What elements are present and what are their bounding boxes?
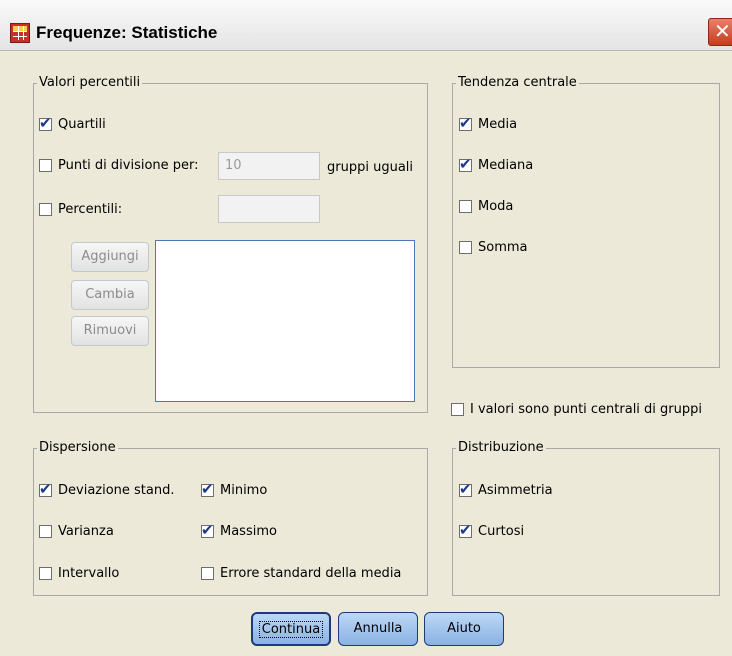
group-midpoints-check-box[interactable] (451, 403, 464, 416)
distribution-group: Distribuzione (452, 440, 720, 596)
cancel-button[interactable]: Annulla (338, 612, 418, 646)
mean-label: Media (478, 117, 518, 132)
kurtosis-checkbox[interactable]: Curtosi (459, 521, 525, 539)
sum-checkbox[interactable]: Somma (459, 240, 528, 255)
percentiles-checkbox[interactable]: Percentili: (39, 202, 122, 217)
se-mean-check-box[interactable] (201, 567, 214, 580)
std-dev-check-box[interactable] (39, 480, 52, 498)
kurtosis-check-box[interactable] (459, 521, 472, 539)
range-check-box[interactable] (39, 567, 52, 580)
variance-check-box[interactable] (39, 525, 52, 538)
mode-label: Moda (478, 199, 514, 214)
title-bar: Frequenze: Statistiche ✕ (0, 0, 732, 51)
se-mean-label: Errore standard della media (220, 566, 402, 581)
median-check-box[interactable] (459, 155, 472, 173)
remove-button[interactable]: Rimuovi (71, 316, 149, 346)
quartiles-checkbox[interactable]: Quartili (39, 114, 106, 132)
help-button[interactable]: Aiuto (424, 612, 504, 646)
maximum-label: Massimo (220, 524, 277, 539)
maximum-check-box[interactable] (201, 521, 214, 539)
group-midpoints-checkbox[interactable]: I valori sono punti centrali di gruppi (451, 402, 702, 417)
skewness-check-box[interactable] (459, 480, 472, 498)
variance-label: Varianza (58, 524, 114, 539)
add-button[interactable]: Aggiungi (71, 242, 149, 272)
maximum-checkbox[interactable]: Massimo (201, 521, 277, 539)
percentiles-label: Percentili: (58, 202, 123, 217)
mean-checkbox[interactable]: Media (459, 114, 518, 132)
range-label: Intervallo (58, 566, 120, 581)
median-checkbox[interactable]: Mediana (459, 155, 534, 173)
cut-points-input[interactable]: 10 (218, 152, 320, 180)
std-dev-label: Deviazione stand. (58, 483, 175, 498)
percentiles-check-box[interactable] (39, 203, 52, 216)
sum-check-box[interactable] (459, 241, 472, 254)
kurtosis-label: Curtosi (478, 524, 525, 539)
percentile-values-legend: Valori percentili (37, 75, 143, 91)
minimum-checkbox[interactable]: Minimo (201, 480, 268, 498)
spss-table-icon (10, 23, 30, 43)
distribution-legend: Distribuzione (456, 440, 546, 456)
skewness-checkbox[interactable]: Asimmetria (459, 480, 553, 498)
cut-points-label: Punti di divisione per: (58, 158, 199, 173)
variance-checkbox[interactable]: Varianza (39, 524, 114, 539)
minimum-label: Minimo (220, 483, 268, 498)
close-button[interactable]: ✕ (708, 18, 732, 46)
skewness-label: Asimmetria (478, 483, 553, 498)
continue-button[interactable]: Continua (251, 612, 331, 646)
minimum-check-box[interactable] (201, 480, 214, 498)
std-dev-checkbox[interactable]: Deviazione stand. (39, 480, 175, 498)
mode-checkbox[interactable]: Moda (459, 199, 513, 214)
cut-points-suffix: gruppi uguali (327, 160, 414, 175)
median-label: Mediana (478, 158, 534, 173)
range-checkbox[interactable]: Intervallo (39, 566, 119, 581)
se-mean-checkbox[interactable]: Errore standard della media (201, 566, 401, 581)
percentiles-list[interactable] (155, 240, 415, 402)
window-title: Frequenze: Statistiche (36, 23, 218, 42)
cut-points-check-box[interactable] (39, 159, 52, 172)
quartiles-label: Quartili (58, 117, 106, 132)
sum-label: Somma (478, 240, 528, 255)
mean-check-box[interactable] (459, 114, 472, 132)
continue-label: Continua (258, 621, 324, 638)
mode-check-box[interactable] (459, 200, 472, 213)
change-button[interactable]: Cambia (71, 280, 149, 310)
quartiles-check-box[interactable] (39, 114, 52, 132)
group-midpoints-label: I valori sono punti centrali di gruppi (470, 402, 703, 417)
dispersion-legend: Dispersione (37, 440, 118, 456)
cut-points-checkbox[interactable]: Punti di divisione per: (39, 158, 199, 173)
central-tendency-legend: Tendenza centrale (456, 75, 579, 91)
percentiles-input[interactable] (218, 195, 320, 223)
